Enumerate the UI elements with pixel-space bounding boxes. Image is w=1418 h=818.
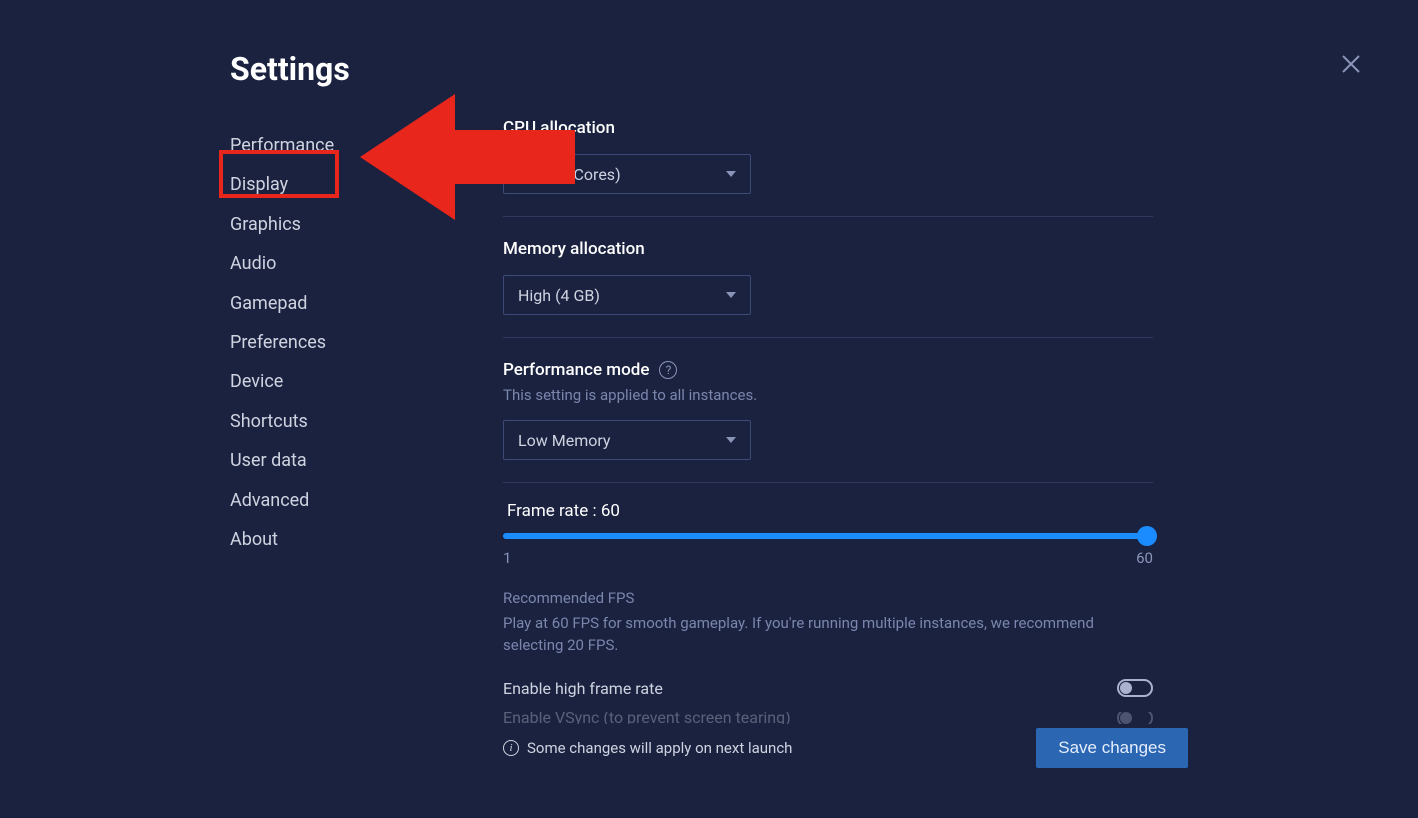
vsync-toggle[interactable] bbox=[1117, 712, 1153, 724]
high-fps-toggle[interactable] bbox=[1117, 679, 1153, 697]
frame-rate-label-prefix: Frame rate : bbox=[507, 501, 601, 521]
section-frame-rate: Frame rate : 60 1 60 Recommended FPS Pla… bbox=[503, 501, 1153, 746]
sidebar: Performance Display Graphics Audio Gamep… bbox=[230, 126, 400, 559]
slider-thumb[interactable] bbox=[1137, 526, 1157, 546]
chevron-down-icon bbox=[726, 437, 736, 443]
recommended-fps-text: Play at 60 FPS for smooth gameplay. If y… bbox=[503, 613, 1153, 657]
save-changes-button[interactable]: Save changes bbox=[1036, 728, 1188, 768]
recommended-fps-title: Recommended FPS bbox=[503, 589, 1153, 607]
section-cpu: CPU allocation High (4 Cores) bbox=[503, 118, 1153, 217]
perfmode-select-value: Low Memory bbox=[518, 431, 610, 450]
memory-select-value: High (4 GB) bbox=[518, 286, 600, 305]
memory-select[interactable]: High (4 GB) bbox=[503, 275, 751, 315]
sidebar-item-device[interactable]: Device bbox=[230, 362, 400, 401]
sidebar-item-audio[interactable]: Audio bbox=[230, 244, 400, 283]
section-performance-mode: Performance mode ? This setting is appli… bbox=[503, 360, 1153, 483]
memory-label: Memory allocation bbox=[503, 239, 1153, 259]
chevron-down-icon bbox=[726, 171, 736, 177]
sidebar-item-display[interactable]: Display bbox=[230, 165, 400, 204]
sidebar-item-performance[interactable]: Performance bbox=[230, 126, 400, 165]
cpu-select[interactable]: High (4 Cores) bbox=[503, 154, 751, 194]
cpu-select-value: High (4 Cores) bbox=[518, 165, 621, 184]
section-memory: Memory allocation High (4 GB) bbox=[503, 239, 1153, 338]
sidebar-item-user-data[interactable]: User data bbox=[230, 441, 400, 480]
frame-rate-value: 60 bbox=[601, 501, 620, 521]
sidebar-item-preferences[interactable]: Preferences bbox=[230, 323, 400, 362]
bottom-bar: i Some changes will apply on next launch… bbox=[503, 728, 1188, 768]
frame-rate-max: 60 bbox=[1136, 549, 1153, 567]
close-icon bbox=[1339, 52, 1363, 76]
info-note-text: Some changes will apply on next launch bbox=[527, 739, 792, 757]
chevron-down-icon bbox=[726, 292, 736, 298]
perfmode-select[interactable]: Low Memory bbox=[503, 420, 751, 460]
cpu-label: CPU allocation bbox=[503, 118, 1153, 138]
high-fps-label: Enable high frame rate bbox=[503, 679, 663, 698]
sidebar-item-graphics[interactable]: Graphics bbox=[230, 205, 400, 244]
info-note: i Some changes will apply on next launch bbox=[503, 739, 792, 757]
settings-content: CPU allocation High (4 Cores) Memory all… bbox=[503, 118, 1153, 768]
sidebar-item-about[interactable]: About bbox=[230, 520, 400, 559]
toggle-row-high-fps: Enable high frame rate bbox=[503, 679, 1153, 698]
frame-rate-min: 1 bbox=[503, 549, 511, 567]
frame-rate-label: Frame rate : 60 bbox=[507, 501, 1153, 521]
info-icon: i bbox=[503, 740, 519, 756]
perfmode-label: Performance mode bbox=[503, 360, 649, 380]
frame-rate-slider[interactable] bbox=[503, 533, 1153, 539]
sidebar-item-advanced[interactable]: Advanced bbox=[230, 481, 400, 520]
toggle-knob bbox=[1120, 682, 1132, 694]
toggle-knob bbox=[1120, 712, 1132, 724]
toggle-row-vsync: Enable VSync (to prevent screen tearing) bbox=[503, 712, 1153, 724]
help-icon[interactable]: ? bbox=[659, 361, 677, 379]
page-title: Settings bbox=[230, 50, 350, 88]
sidebar-item-gamepad[interactable]: Gamepad bbox=[230, 284, 400, 323]
vsync-label: Enable VSync (to prevent screen tearing) bbox=[503, 712, 791, 724]
perfmode-sub: This setting is applied to all instances… bbox=[503, 386, 1153, 404]
close-button[interactable] bbox=[1339, 52, 1363, 76]
sidebar-item-shortcuts[interactable]: Shortcuts bbox=[230, 402, 400, 441]
